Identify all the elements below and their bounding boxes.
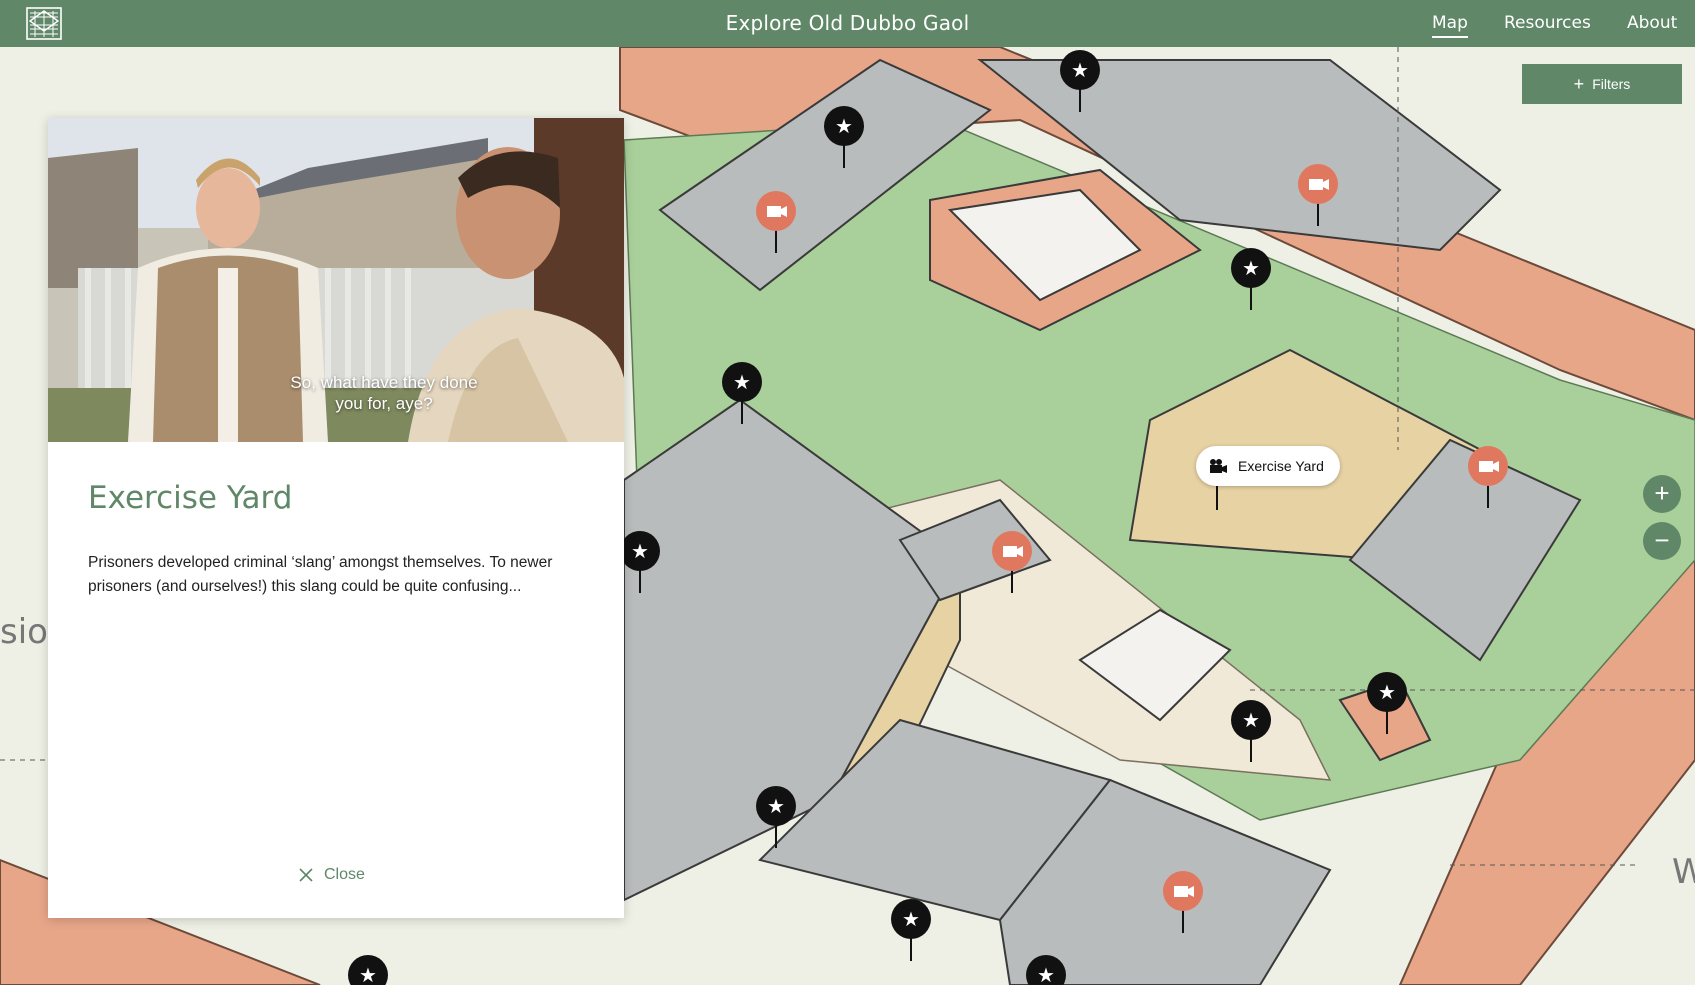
panel-description: Prisoners developed criminal ‘slang’ amo…: [88, 554, 553, 595]
plus-icon: +: [1654, 478, 1670, 508]
svg-text:★: ★: [359, 965, 377, 985]
close-icon: [299, 868, 313, 882]
nav-resources[interactable]: Resources: [1504, 13, 1591, 33]
zoom-in-button[interactable]: +: [1643, 475, 1681, 513]
close-button[interactable]: Close: [298, 866, 365, 884]
svg-text:★: ★: [767, 796, 785, 818]
close-label: Close: [324, 866, 365, 883]
nav-map[interactable]: Map: [1432, 13, 1468, 38]
svg-text:★: ★: [1242, 710, 1260, 732]
plus-icon: +: [1573, 74, 1585, 94]
video-camera-icon: [1210, 459, 1227, 473]
top-navigation-bar: Explore Old Dubbo Gaol Map Resources Abo…: [0, 0, 1695, 47]
zoom-out-button[interactable]: −: [1643, 522, 1681, 560]
filters-button[interactable]: + Filters: [1522, 64, 1682, 104]
svg-text:★: ★: [902, 909, 920, 931]
location-info-panel: So, what have they done you for, aye? Ex…: [48, 118, 624, 918]
filters-label: Filters: [1592, 76, 1631, 92]
svg-text:★: ★: [1378, 682, 1396, 704]
tooltip-label: Exercise Yard: [1238, 458, 1324, 474]
video-caption: So, what have they done you for, aye?: [290, 373, 478, 413]
svg-text:★: ★: [1037, 965, 1055, 985]
svg-text:★: ★: [631, 541, 649, 563]
map-area-label: W: [1672, 852, 1695, 892]
map-location-tooltip[interactable]: Exercise Yard: [1196, 446, 1340, 486]
panel-title: Exercise Yard: [88, 480, 293, 516]
nav-about[interactable]: About: [1627, 13, 1677, 33]
svg-text:★: ★: [1242, 258, 1260, 280]
svg-text:★: ★: [835, 116, 853, 138]
svg-text:★: ★: [1071, 60, 1089, 82]
video-still-image[interactable]: So, what have they done you for, aye?: [48, 118, 624, 442]
svg-text:★: ★: [733, 372, 751, 394]
minus-icon: −: [1654, 525, 1670, 555]
